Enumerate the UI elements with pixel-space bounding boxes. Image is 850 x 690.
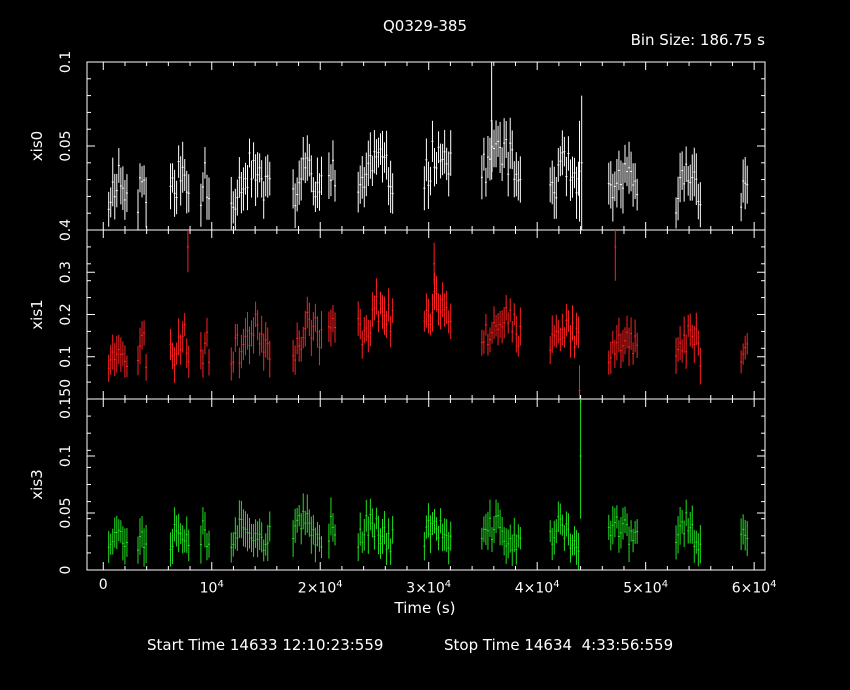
x-tick-label-text: 4×104 (514, 579, 560, 597)
y-tick-label: 0.2 (58, 303, 74, 325)
start-time: Start Time 14633 12:10:23:559 (147, 636, 384, 654)
x-tick-label-text: 2×104 (297, 579, 343, 597)
bin-size-label: Bin Size: 186.75 s (631, 31, 766, 49)
y-axis-label-xis1: xis1 (28, 299, 46, 329)
y-tick-label: 0.1 (58, 445, 74, 467)
x-tick-label-text: 0 (98, 577, 108, 593)
series-xis1 (107, 230, 749, 399)
series-xis0 (107, 62, 749, 230)
y-axis-label-xis0: xis0 (28, 131, 46, 161)
chart-title: Q0329-385 (383, 17, 467, 35)
y-tick-label: 0.1 (58, 51, 74, 73)
x-tick-label-text: 6×104 (731, 579, 777, 597)
time-footer: Start Time 14633 12:10:23:559 Stop Time … (0, 636, 850, 690)
y-tick-label: 0 (58, 566, 74, 575)
x-axis: 0 104 2×104 3×104 4×104 5×104 6×104 (98, 577, 777, 597)
light-curve-plot: 0.05 0.1 xis0 0.1 0.2 0.3 0.4 xis1 0 0.05 0.1 0.150… (28, 17, 777, 617)
y-tick-label: 0.05 (58, 497, 74, 528)
panels-group: 0.05 0.1 xis0 0.1 0.2 0.3 0.4 xis1 0 0.05 0.1 0.150… (28, 51, 766, 575)
y-tick-label: 0.150 (58, 379, 74, 419)
x-tick-label: 0 (98, 577, 108, 593)
x-tick-label: 104 (199, 579, 224, 597)
x-tick-label: 3×104 (406, 579, 452, 597)
y-tick-label: 0.4 (58, 219, 74, 241)
x-axis-label: Time (s) (394, 599, 456, 617)
x-tick-label: 4×104 (514, 579, 560, 597)
panel-xis0: 0.05 0.1 xis0 (28, 51, 766, 231)
stop-time: Stop Time 14634 4:33:56:559 (444, 636, 674, 654)
x-tick-label-text: 5×104 (623, 579, 669, 597)
y-tick-label: 0.05 (58, 130, 74, 161)
x-tick-label-text: 3×104 (406, 579, 452, 597)
panel-xis1: 0.1 0.2 0.3 0.4 xis1 (28, 219, 766, 400)
panel-xis3: 0 0.05 0.1 0.150 xis3 (28, 379, 766, 575)
series-xis3 (107, 399, 749, 570)
x-tick-label-text: 104 (199, 579, 224, 597)
y-axis-label-xis3: xis3 (28, 469, 46, 499)
y-tick-label: 0.3 (58, 261, 74, 283)
x-tick-label: 6×104 (731, 579, 777, 597)
x-tick-label: 2×104 (297, 579, 343, 597)
y-tick-label: 0.1 (58, 346, 74, 368)
x-tick-label: 5×104 (623, 579, 669, 597)
